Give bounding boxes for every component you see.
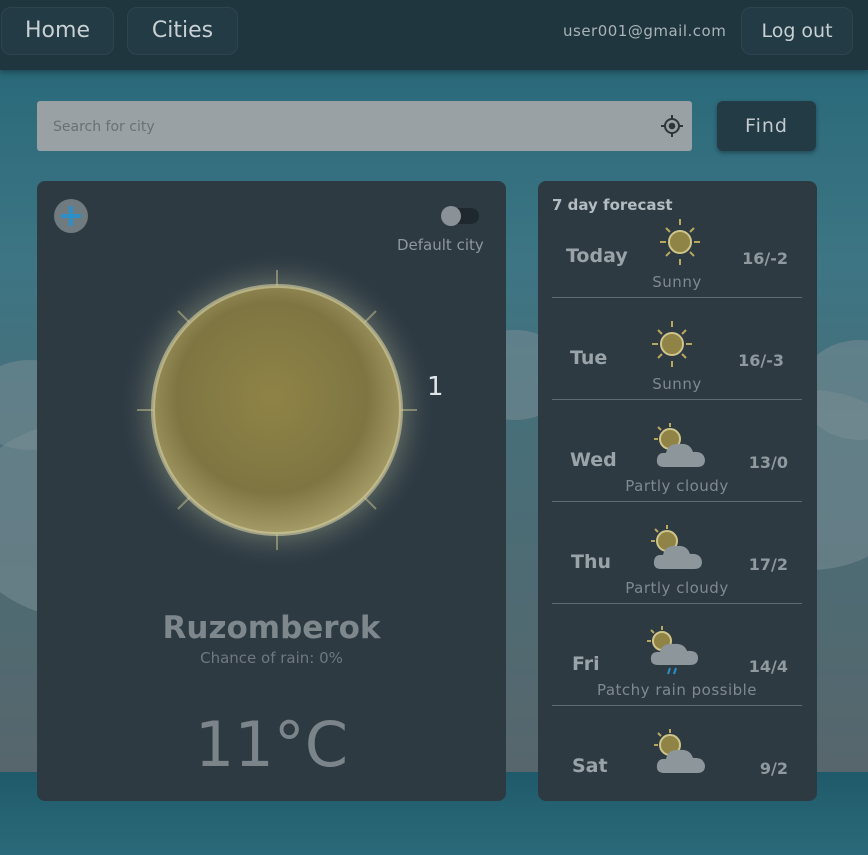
city-name: Ruzomberok [162,610,381,646]
forecast-condition: Sunny [652,273,702,291]
divider [552,297,802,298]
divider [552,501,802,502]
overlay-number: 1 [427,372,444,402]
sun-icon [117,250,437,570]
default-city-toggle[interactable] [441,206,479,226]
forecast-temp: 16/-2 [742,249,788,268]
forecast-title: 7 day forecast [552,196,673,214]
rain-chance: Chance of rain: 0% [200,649,343,667]
forecast-day: Wed [570,449,617,471]
user-email: user001@gmail.com [563,22,727,40]
partly-cloudy-icon [651,525,702,569]
forecast-day: Fri [572,653,600,675]
partly-cloudy-icon [654,729,705,773]
forecast-row: Sat 9/2 [552,729,802,855]
forecast-temp: 9/2 [759,759,788,778]
cities-button[interactable]: Cities [127,7,238,55]
forecast-temp: 14/4 [748,657,788,676]
sun-icon [652,321,692,367]
forecast-day: Today [566,245,628,267]
divider [552,603,802,604]
forecast-temp: 16/-3 [738,351,784,370]
find-button[interactable]: Find [717,101,816,151]
home-button[interactable]: Home [1,7,114,55]
forecast-condition: Patchy rain possible [596,681,758,699]
forecast-day: Sat [572,755,608,777]
forecast-condition: Partly cloudy [625,579,729,597]
locate-icon[interactable] [661,115,683,137]
forecast-day: Tue [570,347,608,369]
forecast-temp: 17/2 [748,555,788,574]
divider [552,705,802,706]
logout-button[interactable]: Log out [741,7,853,55]
toggle-knob [441,206,461,226]
top-navbar: Home Cities user001@gmail.com Log out [0,0,868,70]
patchy-rain-icon [647,626,698,675]
sun-icon [660,219,700,265]
current-temperature: 11°C [194,708,349,781]
add-city-icon[interactable] [53,198,89,234]
partly-cloudy-icon [654,423,705,467]
divider [552,399,802,400]
forecast-temp: 13/0 [748,453,788,472]
forecast-condition: Sunny [652,375,702,393]
search-bar [37,101,692,153]
forecast-day: Thu [571,551,612,573]
forecast-condition: Partly cloudy [625,477,729,495]
search-input[interactable] [51,101,655,153]
